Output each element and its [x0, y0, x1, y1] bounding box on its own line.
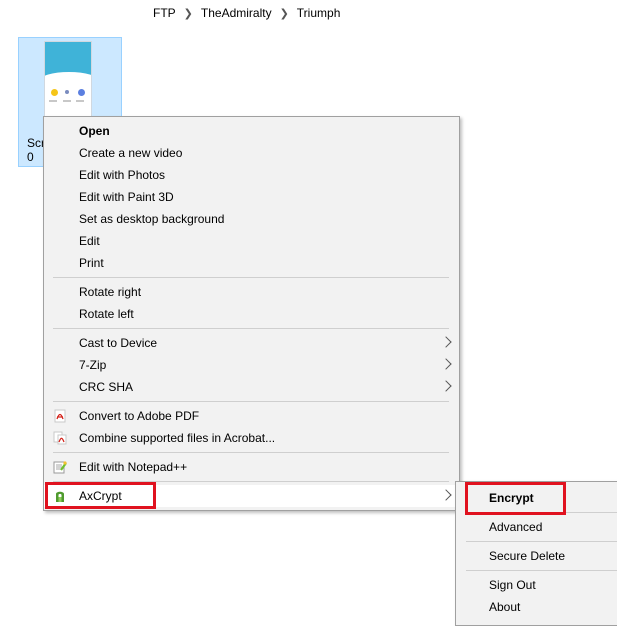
acrobat-combine-icon: [53, 431, 67, 445]
menu-separator: [466, 570, 617, 571]
menu-separator: [466, 541, 617, 542]
menu-item-7zip[interactable]: 7-Zip: [44, 354, 459, 376]
submenu-item-sign-out[interactable]: Sign Out: [456, 574, 617, 596]
menu-item-label: Edit with Notepad++: [79, 460, 188, 474]
menu-item-label: Cast to Device: [79, 336, 158, 350]
menu-item-edit-photos[interactable]: Edit with Photos: [44, 164, 459, 186]
breadcrumb: FTP ❯ TheAdmiralty ❯ Triumph: [148, 4, 345, 22]
file-thumbnail: [44, 41, 92, 119]
menu-item-edit-notepad[interactable]: Edit with Notepad++: [44, 456, 459, 478]
chevron-right-icon: ❯: [183, 7, 193, 20]
breadcrumb-ftp[interactable]: FTP: [148, 6, 181, 20]
menu-item-combine-acrobat[interactable]: Combine supported files in Acrobat...: [44, 427, 459, 449]
submenu-item-advanced[interactable]: Advanced: [456, 516, 617, 538]
menu-item-label: CRC SHA: [79, 380, 134, 394]
notepad-plus-plus-icon: [53, 461, 67, 474]
submenu-item-secure-delete[interactable]: Secure Delete: [456, 545, 617, 567]
menu-separator: [53, 401, 449, 402]
menu-item-set-background[interactable]: Set as desktop background: [44, 208, 459, 230]
chevron-right-icon: [440, 358, 452, 370]
breadcrumb-triumph[interactable]: Triumph: [292, 6, 346, 20]
breadcrumb-theadmiralty[interactable]: TheAdmiralty: [196, 6, 277, 20]
context-menu: Open Create a new video Edit with Photos…: [43, 116, 460, 511]
chevron-right-icon: [440, 336, 452, 348]
menu-item-print[interactable]: Print: [44, 252, 459, 274]
adobe-pdf-icon: [54, 409, 66, 423]
menu-item-open[interactable]: Open: [44, 120, 459, 142]
menu-item-label: Combine supported files in Acrobat...: [79, 431, 276, 445]
chevron-right-icon: [440, 489, 452, 501]
menu-item-label: 7-Zip: [79, 358, 107, 372]
encrypt-highlight-box: [465, 482, 566, 515]
menu-item-create-video[interactable]: Create a new video: [44, 142, 459, 164]
axcrypt-highlight-box: [45, 482, 156, 509]
submenu-item-about[interactable]: About: [456, 596, 617, 618]
menu-item-label: Convert to Adobe PDF: [79, 409, 200, 423]
menu-separator: [53, 452, 449, 453]
menu-item-convert-pdf[interactable]: Convert to Adobe PDF: [44, 405, 459, 427]
menu-item-rotate-right[interactable]: Rotate right: [44, 281, 459, 303]
menu-item-rotate-left[interactable]: Rotate left: [44, 303, 459, 325]
menu-item-edit-paint3d[interactable]: Edit with Paint 3D: [44, 186, 459, 208]
menu-separator: [53, 277, 449, 278]
menu-item-cast-to-device[interactable]: Cast to Device: [44, 332, 459, 354]
chevron-right-icon: ❯: [279, 7, 289, 20]
menu-item-edit[interactable]: Edit: [44, 230, 459, 252]
chevron-right-icon: [440, 380, 452, 392]
menu-separator: [53, 328, 449, 329]
menu-item-crc-sha[interactable]: CRC SHA: [44, 376, 459, 398]
